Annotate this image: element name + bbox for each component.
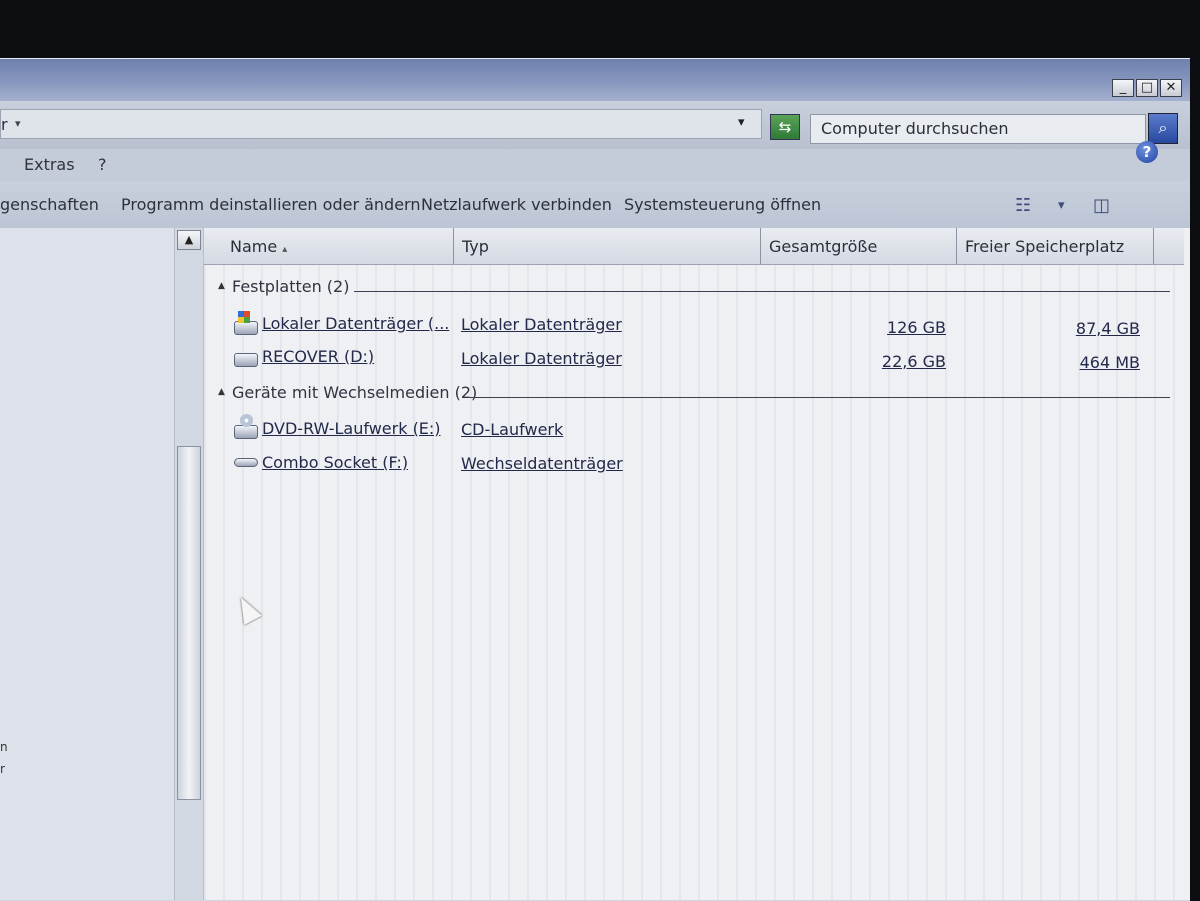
drive-type: Wechseldatenträger: [461, 454, 623, 473]
collapse-group-icon[interactable]: ▲: [218, 281, 225, 291]
drive-name[interactable]: Combo Socket (F:): [262, 453, 408, 472]
group-title-hard-disks[interactable]: Festplatten (2): [232, 277, 349, 296]
view-details-icon[interactable]: ☷: [1015, 195, 1031, 216]
group-divider: [354, 291, 1170, 292]
column-type[interactable]: Typ: [454, 228, 761, 264]
column-name[interactable]: Name ▴: [204, 228, 454, 264]
nav-item-fragment[interactable]: n: [0, 740, 8, 754]
group-divider: [466, 397, 1170, 398]
open-control-panel-button[interactable]: Systemsteuerung öffnen: [624, 195, 821, 214]
menu-bar: Extras ?: [0, 149, 1190, 182]
chevron-down-icon[interactable]: ▾: [15, 117, 21, 130]
drive-type: Lokaler Datenträger: [461, 349, 622, 368]
sort-ascending-icon: ▴: [282, 244, 288, 255]
drive-total-size: 22,6 GB: [881, 352, 946, 371]
drive-name[interactable]: DVD-RW-Laufwerk (E:): [262, 419, 441, 438]
dvd-drive-icon: [234, 414, 258, 439]
refresh-icon[interactable]: ⇆: [770, 114, 800, 140]
column-name-label: Name: [230, 237, 278, 256]
nav-item-fragment[interactable]: r: [0, 762, 5, 776]
file-list: Name ▴ Typ Gesamtgröße Freier Speicherpl…: [204, 228, 1190, 900]
drive-total-size: 126 GB: [887, 318, 946, 337]
preview-pane-icon[interactable]: ◫: [1093, 195, 1110, 216]
scroll-up-button[interactable]: ▲: [177, 230, 201, 250]
drive-free-space: 464 MB: [1079, 353, 1140, 372]
navigation-pane: n r: [0, 228, 174, 900]
help-icon[interactable]: ?: [1136, 141, 1158, 163]
column-free-space[interactable]: Freier Speicherplatz: [957, 228, 1154, 264]
uninstall-program-button[interactable]: Programm deinstallieren oder ändern: [121, 195, 421, 214]
search-input[interactable]: Computer durchsuchen: [810, 114, 1146, 144]
window-controls: _ □ ✕: [1112, 79, 1182, 97]
view-options-dropdown-icon[interactable]: ▾: [1058, 198, 1065, 213]
title-bar[interactable]: _ □ ✕: [0, 59, 1190, 101]
drive-free-space: 87,4 GB: [1075, 319, 1140, 338]
address-dropdown-icon[interactable]: ▾: [738, 115, 745, 130]
nav-scrollbar[interactable]: ▲: [174, 228, 204, 900]
group-title-removable-media[interactable]: Geräte mit Wechselmedien (2): [232, 383, 477, 402]
windows-drive-icon: [234, 311, 258, 335]
removable-drive-icon: [234, 458, 258, 467]
drive-type: CD-Laufwerk: [461, 420, 564, 439]
scroll-thumb[interactable]: [177, 446, 201, 800]
address-field[interactable]: r ▾: [0, 109, 762, 139]
close-button[interactable]: ✕: [1160, 79, 1182, 97]
collapse-group-icon[interactable]: ▲: [218, 387, 225, 397]
address-text-fragment: r: [1, 115, 8, 134]
address-bar: r ▾ ▾ ⇆ Computer durchsuchen ⌕: [0, 101, 1190, 149]
drive-type: Lokaler Datenträger: [461, 315, 622, 334]
map-network-drive-button[interactable]: Netzlaufwerk verbinden: [421, 195, 612, 214]
command-bar: genschaften Programm deinstallieren oder…: [0, 181, 1190, 229]
hard-drive-icon: [234, 353, 258, 367]
search-icon[interactable]: ⌕: [1148, 113, 1178, 144]
properties-button[interactable]: genschaften: [0, 195, 99, 214]
column-header: Name ▴ Typ Gesamtgröße Freier Speicherpl…: [204, 228, 1184, 265]
menu-extras[interactable]: Extras: [24, 155, 75, 174]
column-total-size[interactable]: Gesamtgröße: [761, 228, 957, 264]
minimize-button[interactable]: _: [1112, 79, 1134, 97]
drive-name[interactable]: Lokaler Datenträger (...: [262, 314, 449, 333]
maximize-button[interactable]: □: [1136, 79, 1158, 97]
drive-name[interactable]: RECOVER (D:): [262, 347, 374, 366]
menu-help[interactable]: ?: [98, 155, 107, 174]
